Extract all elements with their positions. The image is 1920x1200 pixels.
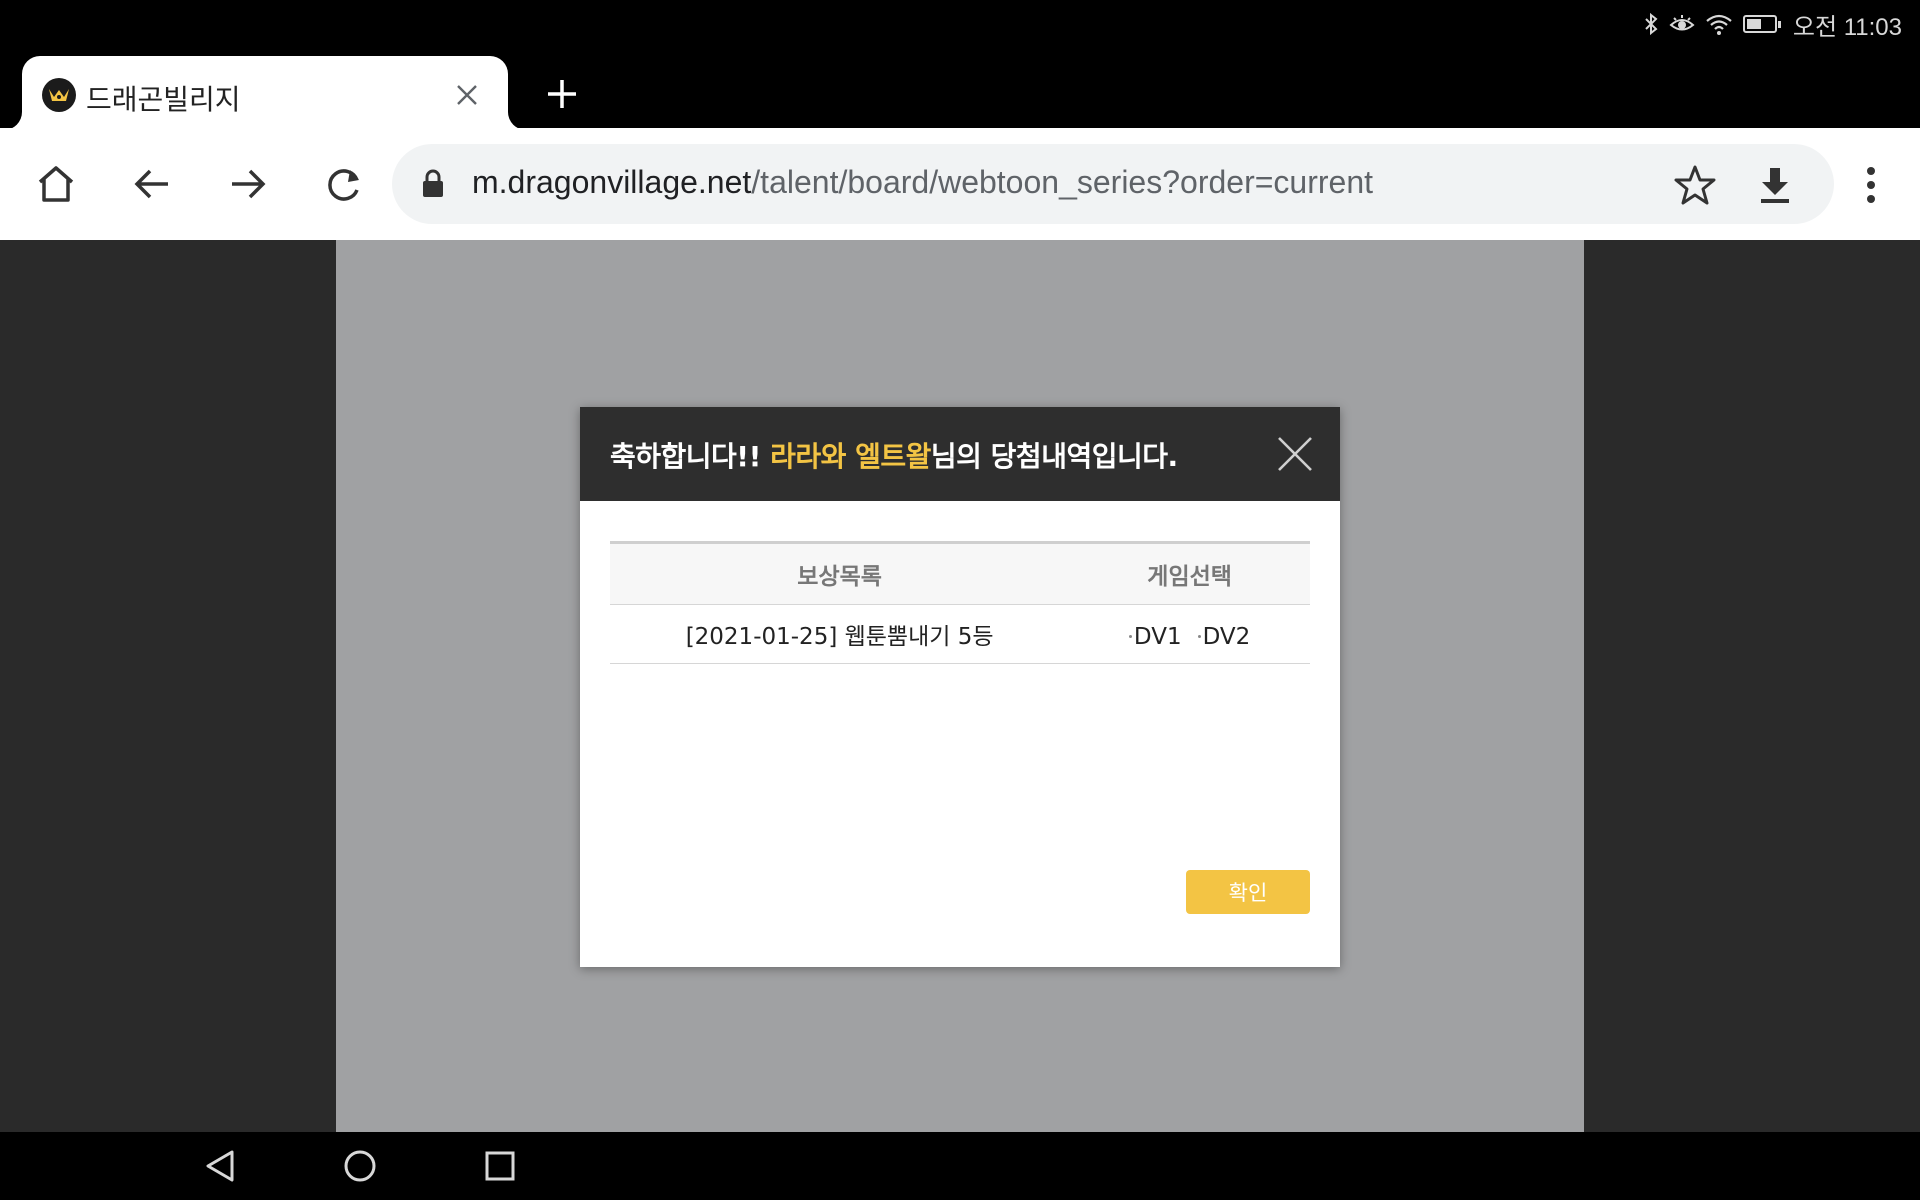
url-host: m.dragonvillage.net: [472, 164, 752, 200]
lock-icon[interactable]: [420, 168, 446, 200]
tab-strip: 드래곤빌리지: [0, 48, 1920, 130]
tab-close-icon[interactable]: [454, 82, 480, 108]
modal-title: 축하합니다!! 라라와 엘트왈님의 당첨내역입니다.: [610, 435, 1178, 475]
home-icon[interactable]: [32, 160, 80, 208]
header-game-select: 게임선택: [1069, 542, 1310, 605]
browser-tab[interactable]: 드래곤빌리지: [22, 56, 508, 130]
title-suffix: 님의 당첨내역입니다.: [930, 440, 1178, 473]
eye-comfort-icon: [1669, 12, 1695, 36]
game-option-dv1[interactable]: DV1: [1128, 623, 1182, 650]
radio-dot-icon: [1128, 635, 1132, 639]
confirm-button[interactable]: 확인: [1186, 870, 1310, 914]
close-icon[interactable]: [1276, 435, 1314, 473]
status-bar: 오전 11:03: [0, 0, 1920, 48]
table-header-row: 보상목록 게임선택: [610, 542, 1310, 605]
url-text[interactable]: m.dragonvillage.net/talent/board/webtoon…: [472, 164, 1373, 201]
browser-toolbar: m.dragonvillage.net/talent/board/webtoon…: [0, 128, 1920, 240]
address-bar[interactable]: m.dragonvillage.net/talent/board/webtoon…: [392, 144, 1834, 224]
radio-dot-icon: [1197, 635, 1201, 639]
game-option-label: DV1: [1133, 623, 1182, 650]
nav-recents-icon[interactable]: [480, 1146, 520, 1186]
more-vert-icon[interactable]: [1850, 164, 1892, 206]
game-option-label: DV2: [1202, 623, 1251, 650]
table-row: [2021-01-25] 웹툰뿜내기 5등 DV1 DV2: [610, 604, 1310, 664]
header-reward-list: 보상목록: [610, 542, 1070, 605]
battery-icon: [1742, 15, 1781, 33]
status-clock: 오전 11:03: [1792, 13, 1902, 41]
modal-header: 축하합니다!! 라라와 엘트왈님의 당첨내역입니다.: [580, 407, 1340, 501]
forward-arrow-icon[interactable]: [224, 160, 272, 208]
dragon-village-logo-icon: [42, 78, 76, 112]
new-tab-icon[interactable]: [540, 72, 584, 116]
star-icon[interactable]: [1672, 162, 1718, 208]
bluetooth-icon: [1643, 12, 1659, 36]
title-prefix: 축하합니다!!: [610, 440, 771, 473]
download-icon[interactable]: [1752, 162, 1798, 208]
reload-icon[interactable]: [320, 160, 368, 208]
reward-table: 보상목록 게임선택 [2021-01-25] 웹툰뿜내기 5등 DV1 DV2: [610, 541, 1310, 664]
nav-back-icon[interactable]: [200, 1146, 240, 1186]
status-icons: 오전 11:03: [1643, 8, 1902, 41]
username-highlight: 라라와 엘트왈: [770, 440, 931, 473]
game-select-cell: DV1 DV2: [1069, 604, 1310, 664]
tab-title: 드래곤빌리지: [86, 83, 241, 116]
game-option-dv2[interactable]: DV2: [1197, 623, 1251, 650]
nav-home-icon[interactable]: [340, 1146, 380, 1186]
prize-modal: 축하합니다!! 라라와 엘트왈님의 당첨내역입니다. 보상목록 게임선택 [20…: [580, 407, 1340, 967]
back-arrow-icon[interactable]: [128, 160, 176, 208]
url-path: /talent/board/webtoon_series?order=curre…: [751, 164, 1373, 200]
navigation-bar: [0, 1132, 1920, 1200]
reward-cell: [2021-01-25] 웹툰뿜내기 5등: [610, 604, 1070, 664]
wifi-icon: [1705, 12, 1733, 36]
